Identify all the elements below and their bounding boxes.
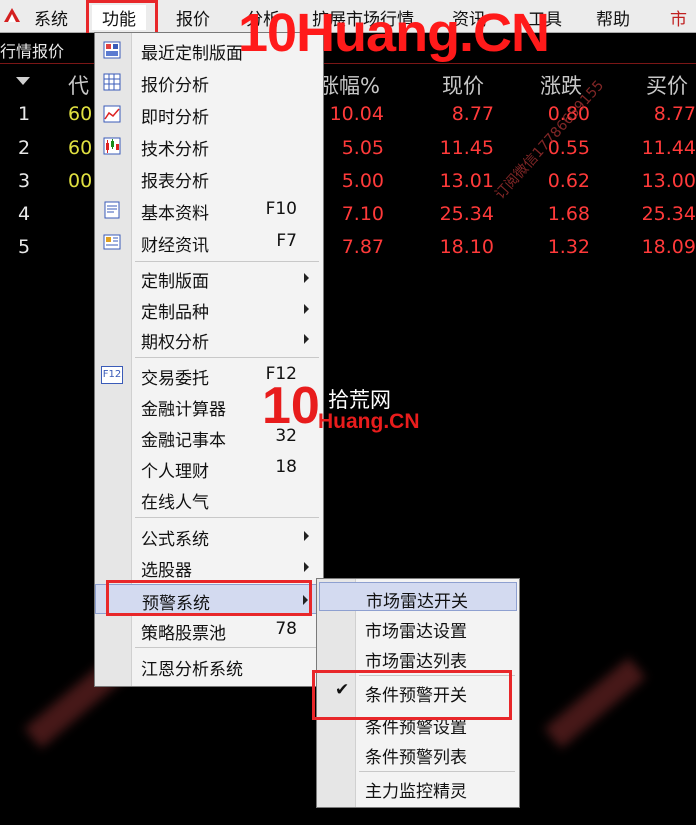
row-index: 1 [18, 103, 31, 125]
menu-separator [135, 517, 319, 518]
price-cell: 25.34 [439, 203, 494, 225]
menu-item-personal-finance[interactable]: 个人理财 18 [95, 453, 323, 483]
menu-item-online-popularity[interactable]: 在线人气 [95, 484, 323, 514]
f12-key-icon: F12 [101, 366, 123, 384]
quote-panel-title: 行情报价 [0, 42, 65, 61]
submenu-item-main-force-monitor[interactable]: 主力监控精灵 [319, 773, 517, 802]
submenu-item-radar-toggle[interactable]: 市场雷达开关 [319, 582, 517, 612]
header-bid[interactable]: 买价 [646, 70, 688, 100]
menu-item-custom-layout[interactable]: 定制版面 [95, 263, 323, 293]
layout-grid-icon [103, 41, 121, 59]
menu-item-gann-analysis[interactable]: 江恩分析系统 [95, 651, 323, 681]
menu-item-stock-selector[interactable]: 选股器 [95, 552, 323, 582]
sort-desc-icon[interactable] [16, 77, 30, 85]
submenu-item-radar-list[interactable]: 市场雷达列表 [319, 643, 517, 672]
submenu-arrow-icon [304, 304, 309, 314]
price-cell: 11.45 [439, 137, 494, 159]
app-logo-icon [4, 8, 20, 22]
menu-item-option-analysis[interactable]: 期权分析 [95, 324, 323, 354]
bid-cell: 25.34 [641, 203, 696, 225]
price-cell: 18.10 [439, 236, 494, 258]
row-index: 2 [18, 137, 31, 159]
menu-item-strategy-pool[interactable]: 策略股票池 78 [95, 615, 323, 645]
row-index: 4 [18, 203, 31, 225]
row-index: 3 [18, 170, 31, 192]
document-icon [104, 201, 120, 219]
menu-item-custom-variety[interactable]: 定制品种 [95, 294, 323, 324]
change-cell: 1.32 [547, 236, 590, 258]
menu-item-report-analysis[interactable]: 报表分析 [95, 163, 323, 193]
submenu-item-condition-alert-list[interactable]: 条件预警列表 [319, 739, 517, 768]
submenu-arrow-icon [304, 531, 309, 541]
menu-separator [135, 647, 319, 648]
price-cell: 8.77 [451, 103, 494, 125]
site-logo: 10 拾荒网 Huang.CN [262, 377, 437, 440]
menu-item-quote-analysis[interactable]: 报价分析 [95, 67, 323, 97]
menu-help[interactable]: 帮助 [596, 5, 630, 30]
stock-code: 60 [68, 103, 93, 125]
stock-code: 00 [68, 170, 93, 192]
candlestick-icon [103, 137, 121, 155]
watermark-streak [544, 657, 646, 749]
header-change-pct[interactable]: 涨幅% [318, 70, 380, 100]
menu-item-basic-info[interactable]: 基本资料 F10 [95, 195, 323, 225]
submenu-item-radar-settings[interactable]: 市场雷达设置 [319, 613, 517, 642]
menu-market[interactable]: 市 [670, 5, 687, 30]
bid-cell: 11.44 [641, 137, 696, 159]
menu-separator [135, 357, 319, 358]
submenu-arrow-icon [304, 273, 309, 283]
price-cell: 13.01 [439, 170, 494, 192]
change-cell: 1.68 [547, 203, 590, 225]
menu-item-technical-analysis[interactable]: 技术分析 [95, 131, 323, 161]
bid-cell: 13.00 [641, 170, 696, 192]
newspaper-icon [103, 234, 121, 250]
menu-separator [135, 261, 319, 262]
line-chart-icon [103, 105, 121, 123]
table-icon [103, 73, 121, 91]
stock-code: 60 [68, 137, 93, 159]
bid-cell: 8.77 [653, 103, 696, 125]
row-index: 5 [18, 236, 31, 258]
header-price[interactable]: 现价 [442, 70, 484, 100]
watermark-title: 10Huang.CN [238, 3, 550, 63]
alert-system-highlight-box [106, 580, 312, 616]
menu-item-realtime-analysis[interactable]: 即时分析 [95, 99, 323, 129]
submenu-arrow-icon [304, 334, 309, 344]
menu-system[interactable]: 系统 [34, 5, 68, 30]
menu-item-formula-system[interactable]: 公式系统 [95, 521, 323, 551]
menu-separator [359, 771, 515, 772]
logo-en-text: Huang.CN [318, 410, 420, 433]
menu-quote[interactable]: 报价 [176, 5, 210, 30]
condition-alert-highlight-box [312, 670, 512, 720]
submenu-arrow-icon [304, 562, 309, 572]
header-code[interactable]: 代 [68, 70, 89, 100]
logo-number: 10 [262, 377, 320, 435]
menu-item-finance-news[interactable]: 财经资讯 F7 [95, 227, 323, 257]
bid-cell: 18.09 [641, 236, 696, 258]
